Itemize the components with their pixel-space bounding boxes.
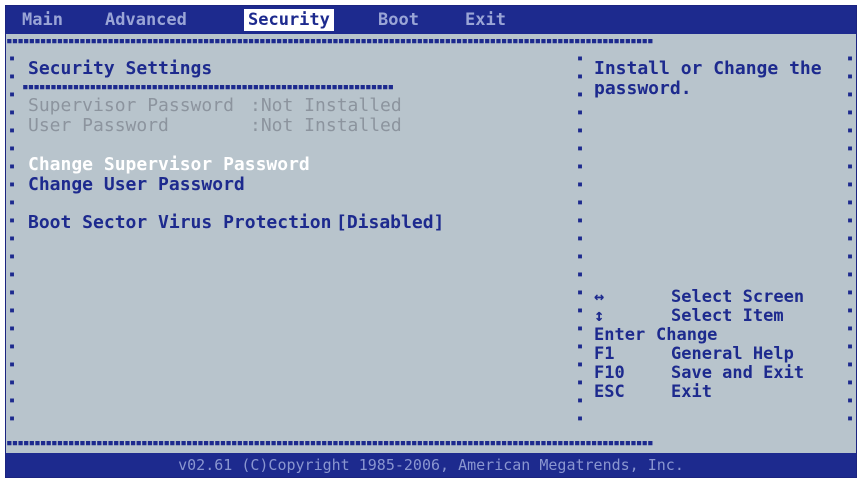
section-title: Security Settings [28,58,213,79]
menu-tab-boot[interactable]: Boot [374,9,423,31]
boot-sector-virus-protection-label: Boot Sector Virus Protection [28,212,332,233]
bottom-border: ▪▪▪▪▪▪▪▪▪▪▪▪▪▪▪▪▪▪▪▪▪▪▪▪▪▪▪▪▪▪▪▪▪▪▪▪▪▪▪▪… [6,438,654,448]
left-right-arrow-icon: ↔ [594,287,605,307]
help-select-item: Select Item [671,306,784,326]
status-bar: v02.61 (C)Copyright 1985-2006, American … [6,453,856,477]
help-text-line-1: Install or Change the [594,58,822,79]
copyright-text: v02.61 (C)Copyright 1985-2006, American … [178,456,684,474]
right-border: ▪ ▪ ▪ ▪ ▪ ▪ ▪ ▪ ▪ ▪ ▪ ▪ ▪ ▪ ▪ ▪ ▪ ▪ ▪ ▪ ▪ [846,53,854,424]
f1-key-label: F1 [594,344,615,364]
supervisor-password-value: :Not Installed [250,95,402,116]
left-border: ▪ ▪ ▪ ▪ ▪ ▪ ▪ ▪ ▪ ▪ ▪ ▪ ▪ ▪ ▪ ▪ ▪ ▪ ▪ ▪ ▪ [8,53,16,424]
change-user-password-item[interactable]: Change User Password [28,174,245,196]
menu-bar: Main Advanced Security Boot Exit [6,6,856,34]
help-change: Change [656,325,718,345]
menu-tab-advanced[interactable]: Advanced [101,9,191,31]
user-password-value: :Not Installed [250,115,402,136]
menu-tab-main[interactable]: Main [18,9,67,31]
esc-key-label: ESC [594,382,625,402]
menu-tab-exit[interactable]: Exit [461,9,510,31]
help-select-screen: Select Screen [671,287,805,307]
help-save-and-exit: Save and Exit [671,363,805,383]
top-border: ▪▪▪▪▪▪▪▪▪▪▪▪▪▪▪▪▪▪▪▪▪▪▪▪▪▪▪▪▪▪▪▪▪▪▪▪▪▪▪▪… [6,36,654,46]
supervisor-password-label: Supervisor Password [28,95,234,116]
help-exit: Exit [671,382,712,402]
enter-key-label: Enter [594,325,646,345]
bios-screen: Main Advanced Security Boot Exit ▪▪▪▪▪▪▪… [5,5,857,478]
title-separator: ▪▪▪▪▪▪▪▪▪▪▪▪▪▪▪▪▪▪▪▪▪▪▪▪▪▪▪▪▪▪▪▪▪▪▪▪▪▪▪▪… [22,82,394,92]
boot-sector-virus-protection-value[interactable]: [Disabled] [336,212,444,234]
up-down-arrow-icon: ↕ [594,306,605,326]
help-text-line-2: password. [594,78,692,99]
divider-border: ▪ ▪ ▪ ▪ ▪ ▪ ▪ ▪ ▪ ▪ ▪ ▪ ▪ ▪ ▪ ▪ ▪ ▪ ▪ ▪ ▪ [576,53,584,424]
help-general-help: General Help [671,344,794,364]
user-password-label: User Password [28,115,169,136]
f10-key-label: F10 [594,363,625,383]
change-supervisor-password-item[interactable]: Change Supervisor Password [28,154,310,176]
menu-tab-security[interactable]: Security [244,9,334,31]
